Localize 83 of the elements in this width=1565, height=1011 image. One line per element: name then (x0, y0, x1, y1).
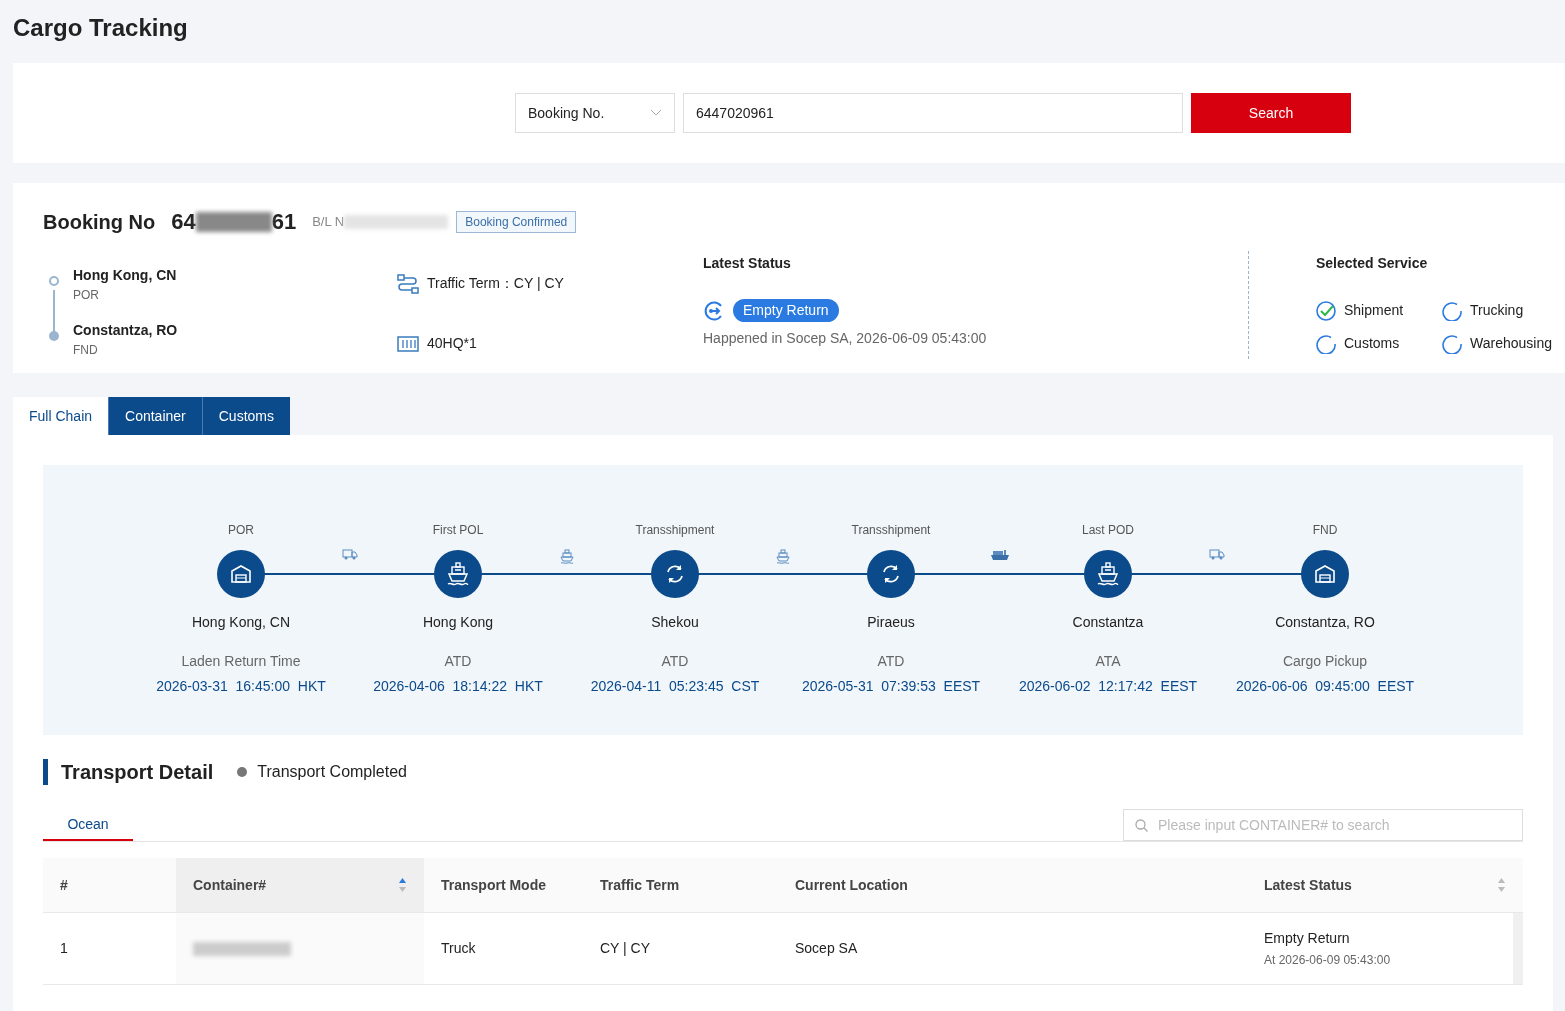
stop-time: 2026-05-31 07:39:53 EEST (801, 677, 981, 696)
route-icon (397, 273, 419, 294)
container-icon (397, 335, 419, 352)
stop-place: Piraeus (867, 613, 915, 632)
stop-time: 2026-06-06 09:45:00 EEST (1235, 677, 1415, 696)
status-pill: Empty Return (733, 299, 839, 322)
stop-time: 2026-03-31 16:45:00 HKT (156, 677, 326, 696)
stop-label: Transshipment (851, 522, 931, 539)
column-header[interactable]: Latest Status (1247, 858, 1523, 912)
route-code: FND (73, 342, 99, 359)
stop-time: 2026-04-11 05:23:45 CST (590, 677, 760, 696)
warehouse-icon (1314, 564, 1336, 584)
traffic-term: Traffic Term：CY | CY (427, 274, 564, 293)
page-title: Cargo Tracking (12, 13, 189, 43)
column-header[interactable]: Transport Mode (424, 858, 583, 912)
type-select[interactable]: Booking No. (515, 93, 675, 133)
status-detail: Happened in Socep SA, 2026-06-09 05:43:00 (703, 329, 987, 348)
search-field[interactable]: 6447020961 (683, 93, 1183, 133)
heading-bar (43, 759, 48, 785)
ship-icon (447, 562, 469, 586)
cargo-ship-icon (989, 549, 1010, 561)
warehouse-icon (230, 564, 252, 584)
ship-icon (1097, 562, 1119, 586)
stop-event: ATD (661, 652, 689, 671)
bl-number: B/L N (312, 211, 449, 232)
section-title: Transport Detail (61, 760, 214, 785)
table-cell-text: At 2026-06-09 05:43:00 (1264, 952, 1392, 969)
route-code: POR (73, 287, 100, 304)
tab[interactable]: Container (108, 397, 202, 435)
stop-time: 2026-04-06 18:14:22 HKT (373, 677, 543, 696)
route-line (53, 290, 55, 334)
stop-event: ATD (444, 652, 472, 671)
truck-icon (1208, 549, 1225, 560)
stop-label: FND (1312, 522, 1338, 539)
table-cell-text: Socep SA (795, 939, 858, 958)
stop-place: Constantza (1072, 613, 1144, 632)
ship-icon (776, 549, 790, 565)
stop-event: Cargo Pickup (1282, 652, 1367, 671)
column-header[interactable]: Traffic Term (583, 858, 778, 912)
route-place: Hong Kong, CN (73, 266, 177, 285)
tab[interactable]: Full Chain (13, 397, 109, 435)
chevron-icon (650, 109, 662, 117)
section-heading: Selected Service (1316, 254, 1429, 273)
column-header[interactable]: Current Location (778, 858, 1247, 912)
service-label: Customs (1344, 334, 1400, 353)
booking-label: Booking No (43, 209, 156, 235)
search-icon (1135, 819, 1148, 832)
table-cell-text: Truck (441, 939, 476, 958)
stop-label: POR (228, 522, 254, 539)
column-header[interactable]: # (43, 858, 176, 912)
stop-place: Hong Kong (422, 613, 494, 632)
rotate-arrows-icon (880, 563, 902, 585)
service-label: Warehousing (1470, 334, 1552, 353)
route-place: Constantza, RO (73, 321, 178, 340)
stop-event: ATD (877, 652, 905, 671)
table-cell-text: Empty Return (1264, 929, 1351, 948)
column-header[interactable]: Container# (176, 858, 424, 912)
table-cell-text: 1 (60, 939, 68, 958)
search-button[interactable]: Search (1191, 93, 1351, 133)
booking-number: 64 61 (171, 208, 297, 236)
equipment: 40HQ*1 (427, 334, 477, 353)
stop-place: Shekou (651, 613, 699, 632)
ship-icon (559, 549, 574, 565)
stop-label: First POL (432, 522, 484, 539)
truck-icon (341, 549, 358, 560)
tab[interactable]: Customs (201, 397, 290, 435)
stop-label: Transshipment (635, 522, 715, 539)
subtab[interactable]: Ocean (43, 809, 133, 841)
stop-event: ATA (1095, 652, 1121, 671)
return-icon (703, 299, 725, 322)
stop-event: Laden Return Time (181, 652, 301, 671)
stop-time: 2026-06-02 12:17:42 EEST (1018, 677, 1198, 696)
stop-place: Constantza, RO (1275, 613, 1375, 632)
rotate-arrows-icon (664, 563, 686, 585)
table-cell-text: CY | CY (600, 939, 651, 958)
section-heading: Latest Status (703, 254, 792, 273)
status-badge: Booking Confirmed (456, 210, 577, 233)
service-label: Shipment (1344, 301, 1404, 320)
transport-status: Transport Completed (257, 762, 407, 782)
service-label: Trucking (1470, 301, 1524, 320)
stop-label: Last POD (1082, 522, 1134, 539)
stop-place: Hong Kong, CN (191, 613, 291, 632)
container-search-field[interactable]: Please input CONTAINER# to search (1123, 809, 1523, 841)
